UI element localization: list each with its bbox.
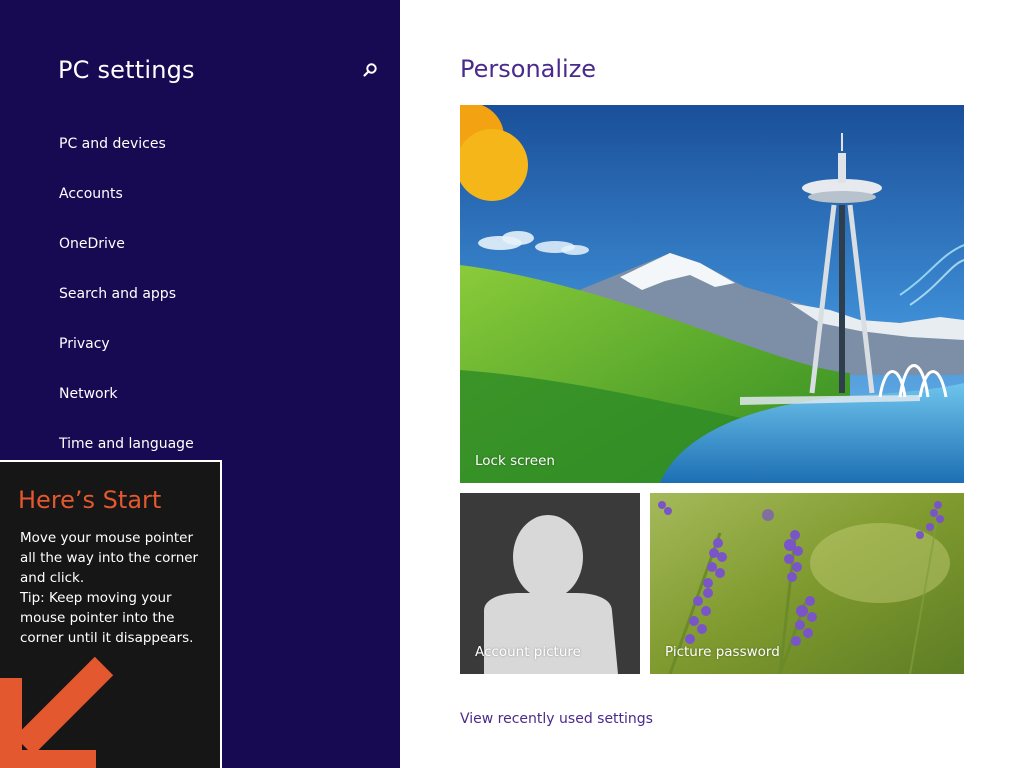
tip-line: mouse pointer into the	[20, 610, 175, 626]
account-picture-tile[interactable]: Account picture	[460, 493, 640, 674]
sidebar-item-accounts[interactable]: Accounts	[59, 186, 123, 202]
start-tip-flyout: Here’s Start Move your mouse pointer all…	[0, 460, 222, 768]
lock-screen-tile[interactable]: Lock screen	[460, 105, 964, 483]
tip-line: Move your mouse pointer	[20, 530, 194, 546]
view-recent-settings-link[interactable]: View recently used settings	[460, 711, 653, 727]
pc-settings-window: PC settings PC and devices Accounts OneD…	[0, 0, 1024, 768]
picture-password-tile[interactable]: Picture password	[650, 493, 964, 674]
tip-body: Move your mouse pointer all the way into…	[20, 528, 210, 648]
sidebar-item-pc-and-devices[interactable]: PC and devices	[59, 136, 166, 152]
search-icon[interactable]	[360, 60, 380, 80]
sidebar-item-privacy[interactable]: Privacy	[59, 336, 110, 352]
arrow-down-left-icon	[0, 650, 130, 768]
tip-line: corner until it disappears.	[20, 630, 194, 646]
tip-line: and click.	[20, 570, 85, 586]
sidebar-item-time-and-language[interactable]: Time and language	[59, 436, 194, 452]
account-picture-label: Account picture	[475, 644, 581, 660]
tip-line: all the way into the corner	[20, 550, 199, 566]
tip-title: Here’s Start	[18, 486, 162, 514]
lock-screen-label: Lock screen	[475, 453, 555, 469]
sidebar-title: PC settings	[58, 56, 195, 84]
sidebar-item-search-and-apps[interactable]: Search and apps	[59, 286, 176, 302]
picture-password-label: Picture password	[665, 644, 780, 660]
sidebar-item-onedrive[interactable]: OneDrive	[59, 236, 125, 252]
page-title: Personalize	[460, 55, 597, 83]
tip-line: Tip: Keep moving your	[20, 590, 172, 606]
sidebar-item-network[interactable]: Network	[59, 386, 117, 402]
lock-screen-image	[460, 105, 964, 483]
